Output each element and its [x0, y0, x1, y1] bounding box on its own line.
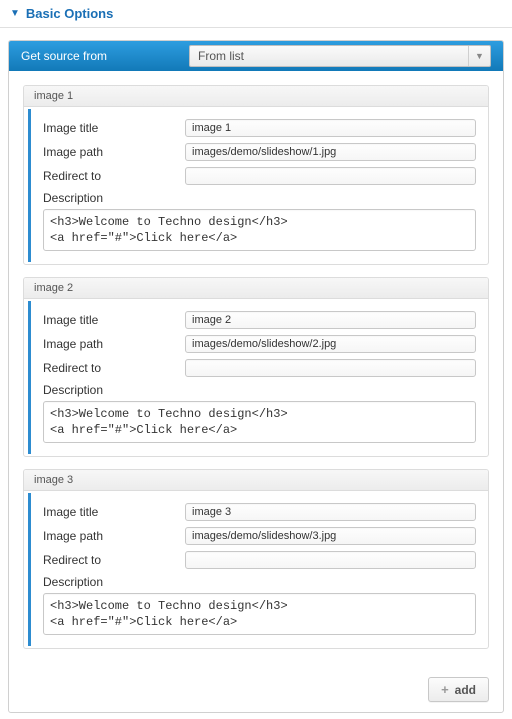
- item-header: image 2: [24, 278, 488, 299]
- image-path-input[interactable]: [185, 335, 476, 353]
- image-item: image 1 Image title Image path Redirect …: [23, 85, 489, 265]
- image-item: image 2 Image title Image path Redirect …: [23, 277, 489, 457]
- field-label-description: Description: [43, 575, 476, 589]
- redirect-input[interactable]: [185, 551, 476, 569]
- field-label-path: Image path: [43, 529, 185, 543]
- items-wrap: image 1 Image title Image path Redirect …: [9, 71, 503, 671]
- collapse-arrow-icon: ▼: [10, 8, 20, 19]
- description-textarea[interactable]: [43, 401, 476, 443]
- redirect-input[interactable]: [185, 359, 476, 377]
- image-title-input[interactable]: [185, 311, 476, 329]
- field-label-path: Image path: [43, 145, 185, 159]
- description-textarea[interactable]: [43, 209, 476, 251]
- image-path-input[interactable]: [185, 527, 476, 545]
- source-select[interactable]: From list ▼: [189, 45, 491, 67]
- description-textarea[interactable]: [43, 593, 476, 635]
- add-button[interactable]: + add: [428, 677, 489, 702]
- plus-icon: +: [441, 682, 449, 697]
- field-label-title: Image title: [43, 121, 185, 135]
- source-selected-value: From list: [198, 49, 244, 63]
- field-label-path: Image path: [43, 337, 185, 351]
- item-header: image 1: [24, 86, 488, 107]
- field-row-path: Image path: [43, 527, 476, 545]
- options-panel: Get source from From list ▼ image 1 Imag…: [8, 40, 504, 713]
- field-row-title: Image title: [43, 119, 476, 137]
- field-label-description: Description: [43, 191, 476, 205]
- panel-footer: + add: [9, 671, 503, 712]
- image-item: image 3 Image title Image path Redirect …: [23, 469, 489, 649]
- item-body: Image title Image path Redirect to Descr…: [28, 493, 488, 646]
- chevron-down-icon: ▼: [468, 46, 490, 66]
- field-row-redirect: Redirect to: [43, 551, 476, 569]
- field-label-redirect: Redirect to: [43, 553, 185, 567]
- section-header[interactable]: ▼ Basic Options: [0, 0, 512, 28]
- field-label-title: Image title: [43, 313, 185, 327]
- image-path-input[interactable]: [185, 143, 476, 161]
- field-row-title: Image title: [43, 311, 476, 329]
- field-label-description: Description: [43, 383, 476, 397]
- field-label-title: Image title: [43, 505, 185, 519]
- field-row-path: Image path: [43, 143, 476, 161]
- field-row-title: Image title: [43, 503, 476, 521]
- field-row-redirect: Redirect to: [43, 167, 476, 185]
- add-button-label: add: [455, 683, 476, 697]
- item-header: image 3: [24, 470, 488, 491]
- field-row-path: Image path: [43, 335, 476, 353]
- field-label-redirect: Redirect to: [43, 361, 185, 375]
- field-row-redirect: Redirect to: [43, 359, 476, 377]
- redirect-input[interactable]: [185, 167, 476, 185]
- source-bar: Get source from From list ▼: [9, 41, 503, 71]
- item-body: Image title Image path Redirect to Descr…: [28, 301, 488, 454]
- image-title-input[interactable]: [185, 119, 476, 137]
- image-title-input[interactable]: [185, 503, 476, 521]
- field-label-redirect: Redirect to: [43, 169, 185, 183]
- section-title: Basic Options: [26, 6, 113, 21]
- item-body: Image title Image path Redirect to Descr…: [28, 109, 488, 262]
- source-label: Get source from: [21, 49, 189, 63]
